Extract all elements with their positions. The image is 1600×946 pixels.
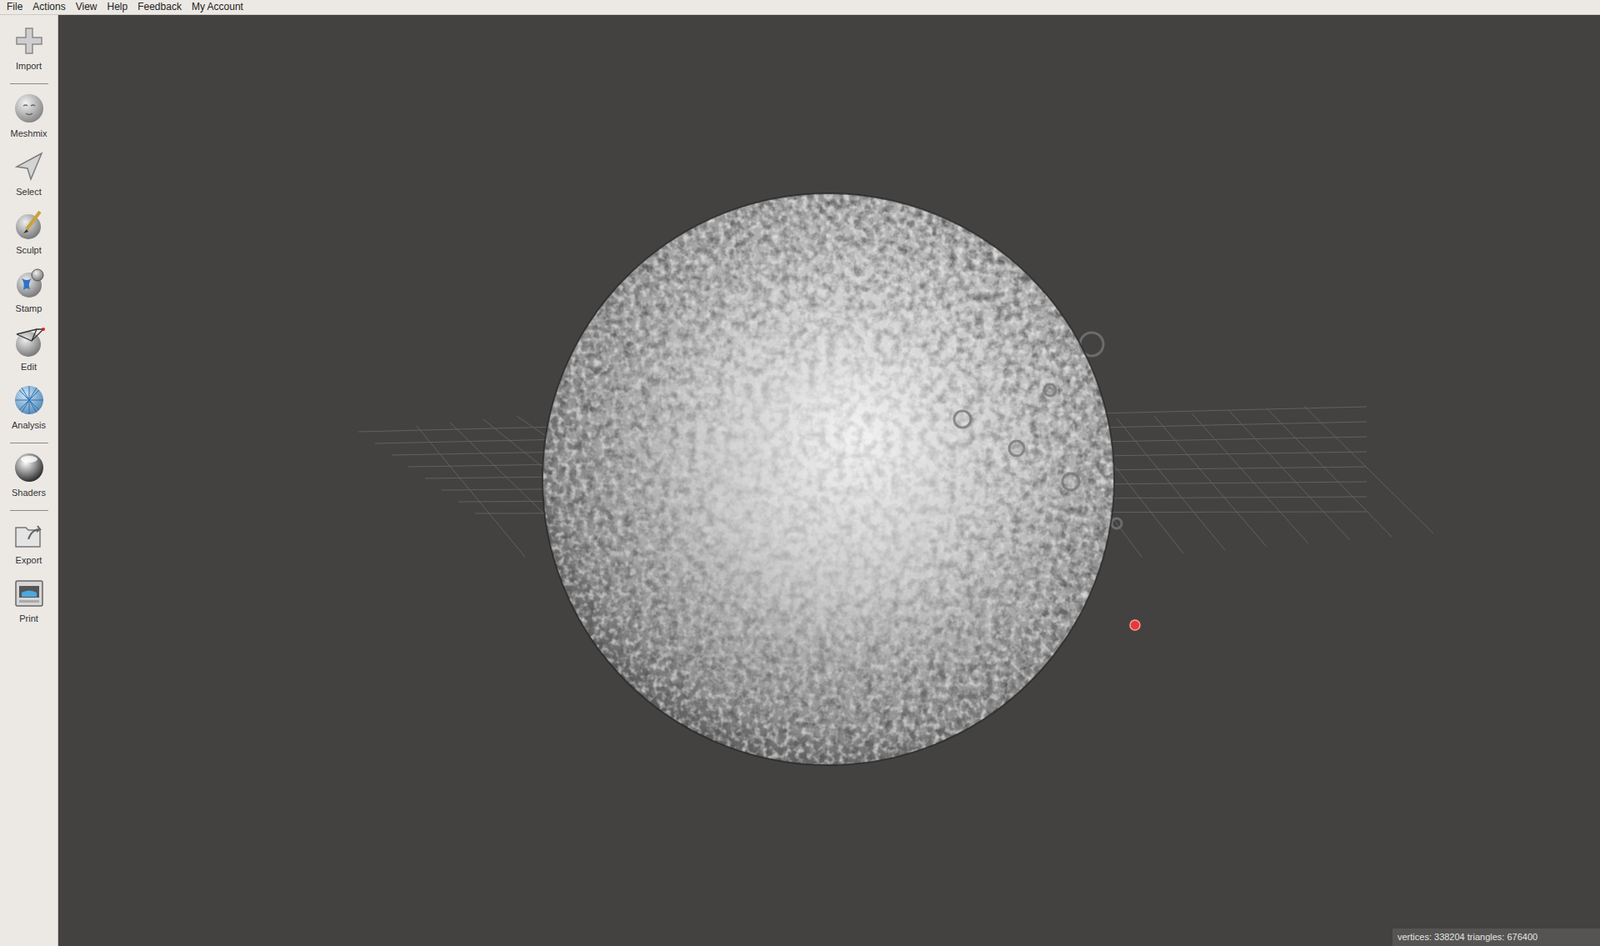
menu-item[interactable]: Feedback [134,0,189,15]
toolbar-separator [10,83,49,85]
mesh-render[interactable] [58,15,1600,946]
menu-item[interactable]: File [3,0,30,15]
tool-label: Analysis [11,420,46,431]
tool-label: Meshmix [10,128,47,140]
tool-label: Stamp [15,303,43,315]
tool-label: Import [15,60,42,72]
toolbar: Import Meshmix Select Sculpt Stamp Edit Analys… [0,15,59,946]
stamp-icon [11,265,47,301]
tool-button[interactable]: Sculpt [0,205,58,265]
pivot-dot[interactable] [1130,620,1140,630]
tool-label: Edit [20,361,37,373]
tool-button[interactable]: Edit [0,322,58,381]
chrome-sphere-icon [11,450,47,485]
tool-button[interactable]: Analysis [0,380,58,440]
tool-button[interactable]: Print [0,574,58,633]
menu-item[interactable]: Actions [29,0,72,15]
menu-item[interactable]: Help [104,0,135,15]
toolbar-separator [10,442,49,444]
brush-sphere-icon [11,207,47,243]
tool-group: Export Print [0,515,58,633]
tool-button[interactable]: Stamp [0,264,58,323]
export-icon [11,517,47,553]
toolbar-separator [10,510,49,511]
tool-button[interactable]: Meshmix [0,89,58,148]
printer-icon [11,575,47,611]
tool-group: Shaders [0,448,58,507]
tool-label: Select [15,186,42,198]
tool-button[interactable]: Select [0,147,58,206]
tool-button[interactable]: Export [0,515,58,575]
arrow-icon [11,149,47,185]
tool-label: Shaders [11,487,46,499]
tool-group: Import [0,21,58,80]
tool-label: Sculpt [15,245,42,256]
face-sphere-icon [11,90,47,126]
edit-sphere-icon [11,324,47,360]
viewport-3d[interactable]: vertices: 338204 triangles: 676400 [58,15,1600,946]
tool-button[interactable]: Import [0,21,58,80]
menu-item[interactable]: My Account [188,0,250,15]
tool-label: Print [19,613,39,625]
tool-button[interactable]: Shaders [0,448,58,507]
tool-group: Meshmix Select Sculpt Stamp Edit Analysis [0,89,58,440]
tool-label: Export [15,555,43,566]
mesh-sphere-icon [11,382,47,418]
menu-bar: FileActionsViewHelpFeedbackMy Account [0,0,1600,15]
menu-item[interactable]: View [72,0,105,15]
plus-icon [11,23,47,59]
status-bar: vertices: 338204 triangles: 676400 [1392,928,1600,946]
